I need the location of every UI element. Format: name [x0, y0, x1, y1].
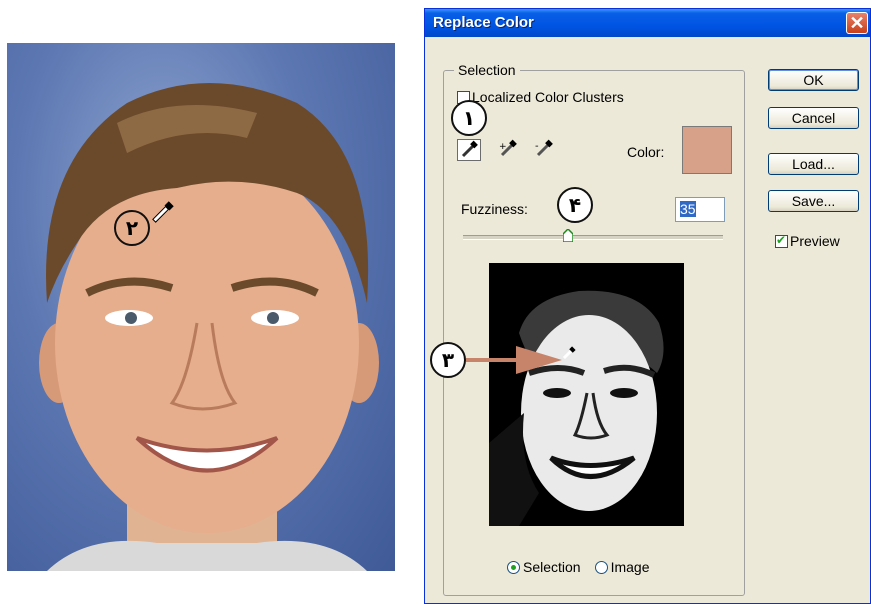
color-swatch[interactable]: [682, 126, 732, 174]
mask-left-eye: [543, 388, 571, 398]
color-label: Color:: [627, 144, 665, 160]
ok-button[interactable]: OK: [768, 69, 859, 91]
mask-right-eye: [610, 388, 638, 398]
fuzziness-input[interactable]: 35: [675, 197, 725, 222]
fuzziness-value: 35: [680, 201, 696, 217]
selection-preview: [489, 263, 684, 526]
preview-checkbox-box[interactable]: [775, 233, 788, 248]
title-bar[interactable]: Replace Color ✕: [425, 9, 870, 37]
selection-radio[interactable]: [507, 560, 520, 574]
close-button[interactable]: ✕: [846, 12, 868, 34]
subtract-from-sample-button[interactable]: -: [533, 139, 557, 161]
preview-checkbox[interactable]: Preview: [775, 233, 840, 249]
load-button[interactable]: Load...: [768, 153, 859, 175]
fuzziness-slider[interactable]: [463, 235, 723, 240]
image-radio-label: Image: [610, 559, 650, 575]
add-to-sample-button[interactable]: +: [497, 139, 521, 161]
localized-color-clusters-label: Localized Color Clusters: [472, 89, 624, 105]
eyedropper-minus-icon: -: [535, 139, 553, 157]
cancel-button[interactable]: Cancel: [768, 107, 859, 129]
fuzziness-slider-thumb[interactable]: [562, 229, 573, 242]
dialog-title: Replace Color: [433, 14, 534, 31]
annotation-2: ۲: [114, 210, 150, 246]
svg-text:+: +: [499, 142, 507, 152]
svg-text:-: -: [535, 141, 539, 152]
face-photo: ۲: [7, 43, 395, 571]
left-iris: [125, 312, 137, 324]
right-iris: [267, 312, 279, 324]
image-radio[interactable]: [594, 560, 608, 574]
face-illustration: [39, 83, 379, 571]
view-radio-group: Selection Image: [507, 559, 650, 575]
preview-label: Preview: [790, 233, 840, 249]
localized-color-clusters-checkbox[interactable]: Localized Color Clusters: [457, 89, 624, 105]
shirt-shape: [47, 540, 367, 571]
selection-mask-illustration: [489, 263, 684, 526]
eyedropper-tool-button[interactable]: [457, 139, 481, 161]
eyedropper-plus-icon: +: [499, 139, 517, 157]
annotation-1: ۱: [451, 100, 487, 136]
eyedropper-icon: [461, 140, 478, 158]
save-button[interactable]: Save...: [768, 190, 859, 212]
annotation-arrow: [466, 346, 562, 374]
annotation-3: ۳: [430, 342, 466, 378]
annotation-4: ۴: [557, 187, 593, 223]
replace-color-dialog: Replace Color ✕ Selection Localized Colo…: [424, 8, 871, 604]
close-icon: ✕: [849, 13, 865, 33]
selection-radio-label: Selection: [523, 559, 581, 575]
fuzziness-label: Fuzziness:: [461, 201, 528, 217]
selection-group-label: Selection: [454, 62, 520, 78]
